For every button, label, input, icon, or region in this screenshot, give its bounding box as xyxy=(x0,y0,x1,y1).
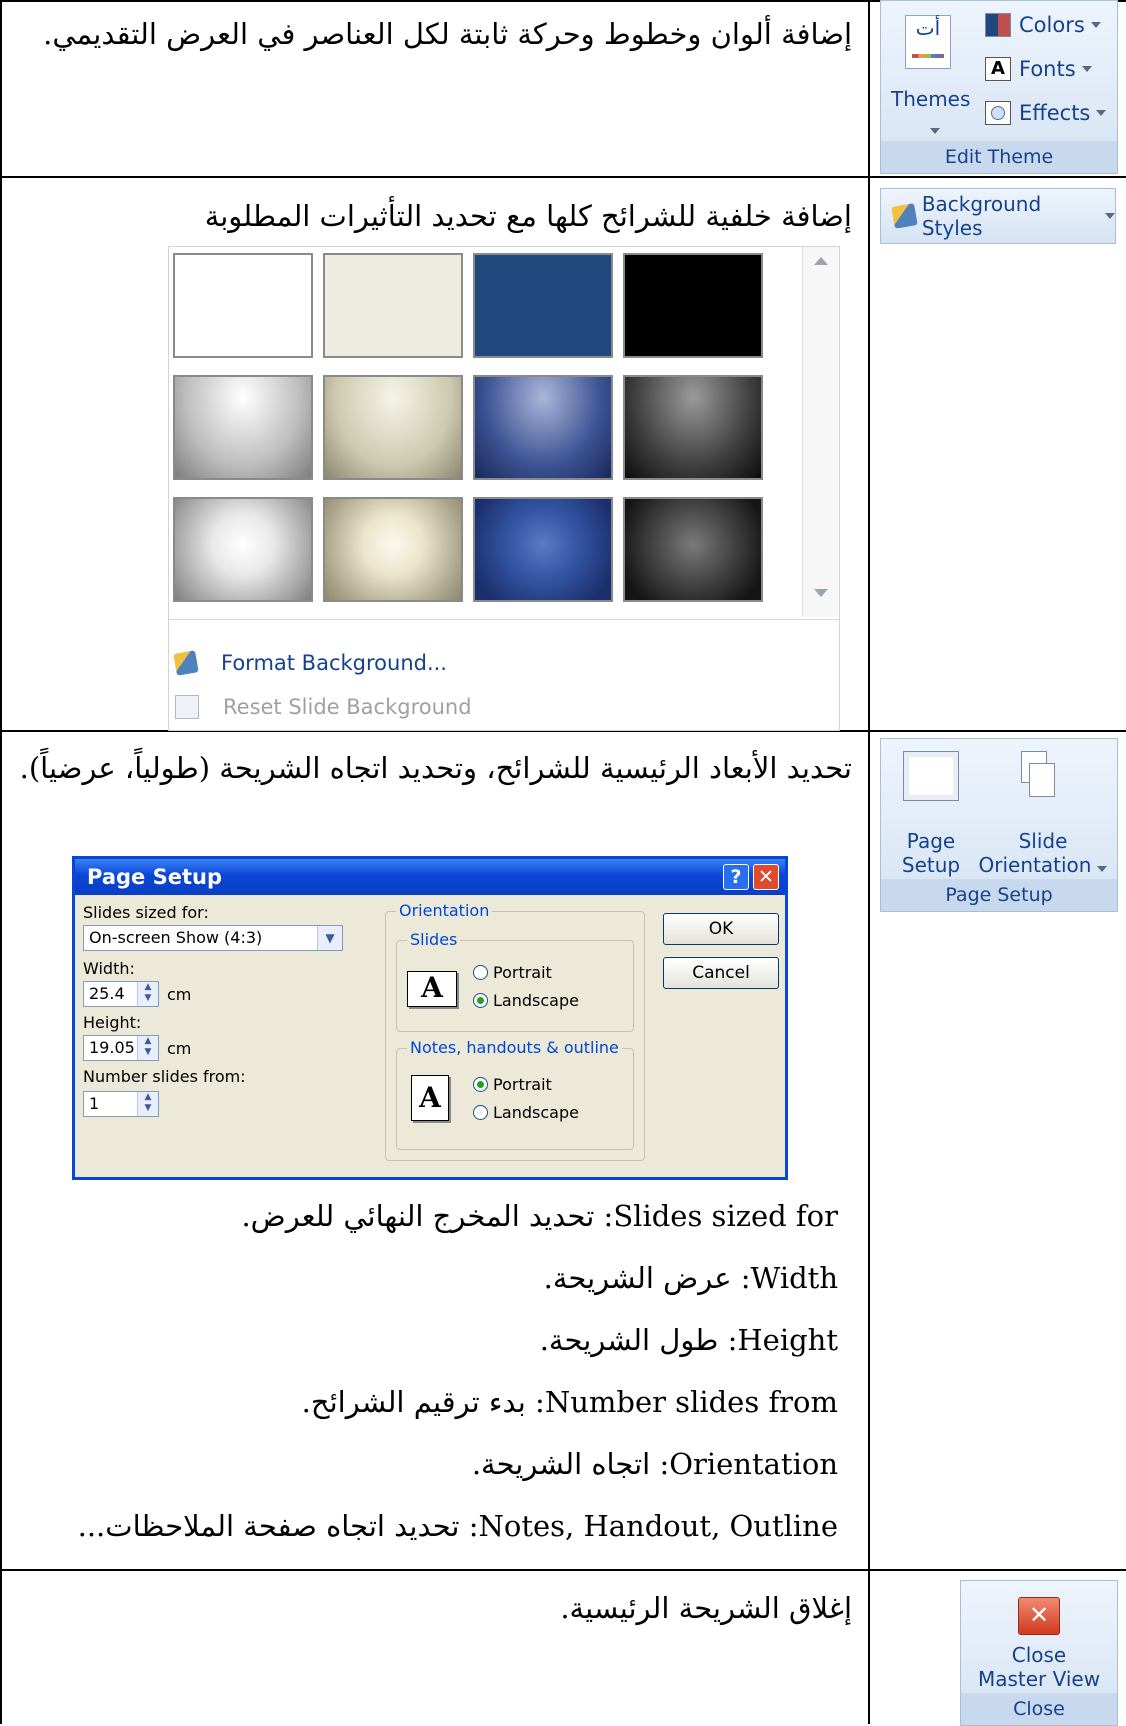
row4-description: إغلاق الشريحة الرئيسية. xyxy=(560,1591,852,1625)
colors-icon xyxy=(985,13,1011,37)
width-field[interactable]: 25.4 ▲ ▼ xyxy=(83,981,159,1007)
background-tile[interactable] xyxy=(623,375,763,480)
fonts-icon: A xyxy=(985,57,1011,81)
notes-landscape-radio[interactable]: Landscape xyxy=(473,1103,579,1122)
background-tile[interactable] xyxy=(173,497,313,602)
height-field[interactable]: 19.05 ▲ ▼ xyxy=(83,1035,159,1061)
paint-bucket-icon xyxy=(891,203,918,229)
background-tile[interactable] xyxy=(173,253,313,358)
chevron-down-icon: ▼ xyxy=(317,926,342,950)
number-slides-label: Number slides from: xyxy=(83,1067,246,1086)
width-label: Width: xyxy=(83,959,135,978)
gallery-scrollbar[interactable] xyxy=(802,247,839,617)
definition-item: Width: عرض الشريحة. xyxy=(543,1261,838,1295)
effects-icon xyxy=(985,101,1011,125)
width-unit: cm xyxy=(167,985,192,1004)
themes-button[interactable]: أت Themes xyxy=(891,15,971,138)
close-icon: ✕ xyxy=(1018,1597,1060,1635)
edit-theme-group: أت Themes Colors A Fonts Effects Edit Th… xyxy=(880,0,1118,174)
paint-bucket-icon xyxy=(173,650,199,676)
portrait-page-icon: A xyxy=(411,1075,449,1121)
spinner-icon[interactable]: ▲ ▼ xyxy=(137,1092,158,1116)
row-divider-3 xyxy=(0,1569,1126,1571)
cancel-button[interactable]: Cancel xyxy=(663,957,779,989)
background-tile[interactable] xyxy=(323,253,463,358)
help-icon[interactable]: ? xyxy=(723,864,749,890)
table-column-divider xyxy=(868,0,870,1724)
close-icon[interactable]: ✕ xyxy=(753,864,779,890)
definition-item: Orientation: اتجاه الشريحة. xyxy=(471,1447,838,1481)
row1-description: إضافة ألوان وخطوط وحركة ثابتة لكل العناص… xyxy=(43,17,852,51)
slides-orientation-group: Slides A Portrait Landscape xyxy=(396,930,634,1032)
orientation-group: Orientation Slides A Portrait Landscape … xyxy=(385,901,645,1161)
background-tile[interactable] xyxy=(473,375,613,480)
scroll-down-icon[interactable] xyxy=(814,589,828,597)
close-master-view-button[interactable]: ✕ Close Master View xyxy=(961,1581,1117,1693)
themes-label: Themes xyxy=(891,87,971,111)
effects-button[interactable]: Effects xyxy=(985,101,1107,125)
slide-orientation-button[interactable]: Slide Orientation xyxy=(973,747,1113,877)
height-unit: cm xyxy=(167,1039,192,1058)
close-group: ✕ Close Master View Close xyxy=(960,1580,1118,1726)
slides-landscape-radio[interactable]: Landscape xyxy=(473,991,579,1010)
edit-theme-group-title: Edit Theme xyxy=(881,141,1117,173)
number-slides-field[interactable]: 1 ▲ ▼ xyxy=(83,1091,159,1117)
notes-orientation-group: Notes, handouts & outline A Portrait Lan… xyxy=(396,1038,634,1150)
definition-item: Height: طول الشريحة. xyxy=(539,1323,838,1357)
row2-description: إضافة خلفية للشرائح كلها مع تحديد التأثي… xyxy=(204,199,852,233)
reset-background-item: Reset Slide Background xyxy=(169,685,839,729)
spinner-icon[interactable]: ▲ ▼ xyxy=(137,982,158,1006)
landscape-page-icon: A xyxy=(407,971,457,1007)
format-background-item[interactable]: Format Background... xyxy=(169,641,839,685)
background-tile[interactable] xyxy=(323,497,463,602)
notes-portrait-radio[interactable]: Portrait xyxy=(473,1075,552,1094)
page-setup-group-title: Page Setup xyxy=(881,879,1117,911)
dialog-title: Page Setup xyxy=(75,859,785,895)
definition-item: Notes, Handout, Outline: تحديد اتجاه صفح… xyxy=(77,1509,838,1543)
themes-dropdown-icon xyxy=(924,119,940,138)
background-tile[interactable] xyxy=(323,375,463,480)
height-label: Height: xyxy=(83,1013,142,1032)
background-tile[interactable] xyxy=(173,375,313,480)
slide-orientation-icon xyxy=(1021,751,1055,797)
ok-button[interactable]: OK xyxy=(663,913,779,945)
background-tile[interactable] xyxy=(473,497,613,602)
background-styles-gallery: Format Background... Reset Slide Backgro… xyxy=(168,246,840,731)
slides-sized-for-select[interactable]: On-screen Show (4:3) ▼ xyxy=(83,925,343,951)
spinner-icon[interactable]: ▲ ▼ xyxy=(137,1036,158,1060)
row3-description: تحديد الأبعاد الرئيسية للشرائح، وتحديد ا… xyxy=(19,751,852,785)
colors-button[interactable]: Colors xyxy=(985,13,1101,37)
scroll-up-icon[interactable] xyxy=(814,257,828,265)
page-setup-group: Page Setup Slide Orientation Page Setup xyxy=(880,738,1118,912)
row-divider-1 xyxy=(0,176,1126,178)
definition-item: Slides sized for: تحديد المخرج النهائي ل… xyxy=(241,1199,838,1233)
slides-sized-for-label: Slides sized for: xyxy=(83,903,209,922)
fonts-button[interactable]: A Fonts xyxy=(985,57,1092,81)
page-setup-button[interactable]: Page Setup xyxy=(889,747,973,877)
background-tile[interactable] xyxy=(473,253,613,358)
page-setup-dialog: Page Setup ? ✕ Slides sized for: On-scre… xyxy=(72,856,788,1180)
background-styles-button[interactable]: Background Styles xyxy=(880,188,1116,244)
table-border-left xyxy=(0,0,2,1724)
definition-item: Number slides from: بدء ترقيم الشرائح. xyxy=(301,1385,838,1419)
background-tile[interactable] xyxy=(623,253,763,358)
close-group-title: Close xyxy=(961,1693,1117,1725)
background-tile[interactable] xyxy=(623,497,763,602)
reset-icon xyxy=(175,695,199,719)
page-setup-icon xyxy=(903,751,959,801)
themes-icon: أت xyxy=(905,15,951,69)
slides-portrait-radio[interactable]: Portrait xyxy=(473,963,552,982)
